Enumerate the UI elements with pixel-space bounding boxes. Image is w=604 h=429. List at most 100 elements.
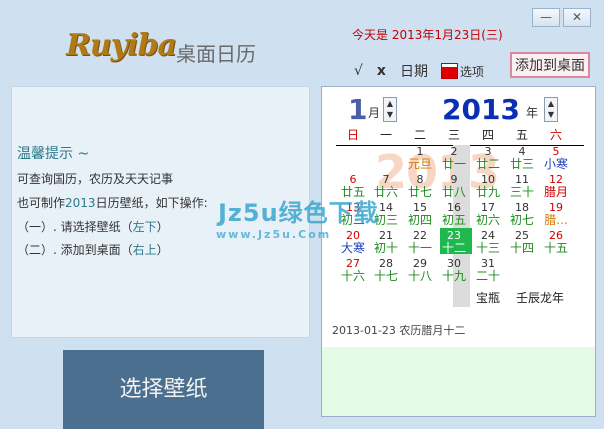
minimize-button[interactable]: — xyxy=(532,8,560,27)
spin-up-icon[interactable]: ▲ xyxy=(545,98,557,109)
weekday-label: 四 xyxy=(481,128,494,142)
tip-text: ） xyxy=(156,243,169,257)
weekday-label: 日 xyxy=(346,128,359,142)
month-unit-label: 月 xyxy=(368,106,381,120)
choose-wallpaper-button[interactable]: 选择壁纸 xyxy=(63,350,264,429)
lunar-day-label: 大寒 xyxy=(340,241,365,255)
app-logo: Ruyiba xyxy=(66,28,177,63)
tip-line-2: 也可制作2013日历壁纸，如下操作: xyxy=(17,194,208,211)
year-unit-label: 年 xyxy=(526,106,539,120)
calendar-day-cell[interactable]: 11 三十 xyxy=(505,173,539,199)
cancel-button[interactable]: x xyxy=(377,63,386,79)
calendar-day-cell[interactable]: 23 十二 xyxy=(437,229,471,255)
weekday-label: 一 xyxy=(379,128,392,142)
tip-text: 日历壁纸，如下操作: xyxy=(95,196,208,210)
flag-icon xyxy=(441,64,457,78)
calendar-day-cell[interactable]: 8 廿七 xyxy=(403,173,437,199)
year-value: 2013 xyxy=(442,93,520,126)
calendar-day-cell[interactable]: 16 初五 xyxy=(437,201,471,227)
calendar-day-cell[interactable]: 17 初六 xyxy=(471,201,505,227)
weekday-label: 二 xyxy=(413,128,426,142)
calendar-day-cell[interactable]: 19 腊... xyxy=(539,201,573,227)
weekday-label: 六 xyxy=(549,128,562,142)
ganzhi-year-label: 壬辰龙年 xyxy=(516,291,565,305)
confirm-button[interactable]: √ xyxy=(354,63,363,79)
lunar-day-label: 十九 xyxy=(441,269,466,283)
calendar-day-cell[interactable]: 26 十五 xyxy=(539,229,573,255)
lunar-day-label: 十一 xyxy=(407,241,432,255)
lunar-day-label: 二十 xyxy=(475,269,500,283)
lunar-day-label: 初十 xyxy=(373,241,398,255)
date-button[interactable]: 日期 xyxy=(400,61,428,81)
watermark-text: Jz5u绿色下载 xyxy=(218,199,379,227)
lunar-day-label: 廿一 xyxy=(441,157,466,171)
calendar-day-cell[interactable]: 29 十八 xyxy=(403,257,437,283)
month-spinner[interactable]: ▲ ▼ xyxy=(383,97,397,122)
lunar-day-label: 腊月 xyxy=(543,185,568,199)
lunar-day-label: 腊... xyxy=(544,213,568,227)
calendar-notes-area[interactable] xyxy=(322,347,595,416)
lunar-day-label: 廿七 xyxy=(407,185,432,199)
tip-line-1: 可查询国历，农历及天天记事 xyxy=(17,172,174,186)
calendar-day-cell[interactable]: 18 初七 xyxy=(505,201,539,227)
calendar-day-cell[interactable]: 21 初十 xyxy=(369,229,403,255)
lunar-day-label: 十四 xyxy=(509,241,534,255)
spin-down-icon[interactable]: ▼ xyxy=(384,109,396,120)
watermark-url: www.Jz5u.Com xyxy=(216,228,332,241)
calendar-day-cell[interactable]: 5 小寒 xyxy=(539,145,573,171)
tip-text: （二）. 添加到桌面（ xyxy=(17,243,133,257)
calendar-day-cell[interactable]: 30 十九 xyxy=(437,257,471,283)
calendar-day-cell[interactable]: 4 廿三 xyxy=(505,145,539,171)
calendar-day-cell[interactable]: 22 十一 xyxy=(403,229,437,255)
tip-text: 也可制作 xyxy=(17,196,66,210)
calendar-day-cell[interactable]: 25 十四 xyxy=(505,229,539,255)
calendar-day-cell[interactable]: 24 十三 xyxy=(471,229,505,255)
lunar-day-label: 初四 xyxy=(407,213,432,227)
toolbar: √ x 日期 选项 xyxy=(354,60,498,82)
calendar-day-cell[interactable]: 10 廿九 xyxy=(471,173,505,199)
calendar-day-cell[interactable]: 12 腊月 xyxy=(539,173,573,199)
tip-line-4: （二）. 添加到桌面（右上） xyxy=(17,241,169,258)
options-button[interactable]: 选项 xyxy=(441,63,484,80)
close-button[interactable]: ✕ xyxy=(563,8,591,27)
zodiac-label: 宝瓶 xyxy=(476,291,501,305)
calendar-day-cell[interactable]: 3 廿二 xyxy=(471,145,505,171)
tip-text: ） xyxy=(156,220,169,234)
calendar-day-cell[interactable]: 31 二十 xyxy=(471,257,505,283)
month-value: 1 xyxy=(348,93,368,126)
tip-year: 2013 xyxy=(65,196,96,210)
weekday-label: 三 xyxy=(447,128,460,142)
calendar-day-cell[interactable]: 28 十七 xyxy=(369,257,403,283)
calendar-day-cell[interactable]: 27 十六 xyxy=(336,257,370,283)
tips-title: 温馨提示 ~ xyxy=(17,146,90,162)
calendar-day-cell[interactable]: 20 大寒 xyxy=(336,229,370,255)
lunar-day-label: 十六 xyxy=(340,269,365,283)
tip-highlight: 左下 xyxy=(132,220,157,234)
tip-highlight: 右上 xyxy=(132,243,157,257)
lunar-day-label: 十二 xyxy=(441,241,466,255)
lunar-day-label: 十三 xyxy=(475,241,500,255)
tip-text: （一）. 请选择壁纸（ xyxy=(17,220,133,234)
today-date-text: 今天是 2013年1月23日(三) xyxy=(352,28,503,42)
lunar-day-label: 十八 xyxy=(407,269,432,283)
calendar-day-cell[interactable]: 9 廿八 xyxy=(437,173,471,199)
lunar-day-label: 廿二 xyxy=(475,157,500,171)
year-spinner[interactable]: ▲ ▼ xyxy=(544,97,558,122)
lunar-day-label: 初五 xyxy=(441,213,466,227)
add-to-desktop-button[interactable]: 添加到桌面 xyxy=(510,52,590,78)
calendar-day-cell[interactable]: 15 初四 xyxy=(403,201,437,227)
spin-up-icon[interactable]: ▲ xyxy=(384,98,396,109)
selected-date-info: 2013-01-23 农历腊月十二 xyxy=(332,324,466,337)
options-label: 选项 xyxy=(459,64,484,79)
calendar-day-cell[interactable]: 1 元旦 xyxy=(403,145,437,171)
lunar-day-label: 元旦 xyxy=(407,157,432,171)
spin-down-icon[interactable]: ▼ xyxy=(545,109,557,120)
tip-line-3: （一）. 请选择壁纸（左下） xyxy=(17,218,169,235)
lunar-day-label: 小寒 xyxy=(543,157,568,171)
weekday-label: 五 xyxy=(515,128,528,142)
lunar-day-label: 初六 xyxy=(475,213,500,227)
lunar-day-label: 廿九 xyxy=(475,185,500,199)
lunar-day-label: 三十 xyxy=(509,185,534,199)
lunar-day-label: 廿三 xyxy=(509,157,534,171)
calendar-day-cell[interactable]: 2 廿一 xyxy=(437,145,471,171)
